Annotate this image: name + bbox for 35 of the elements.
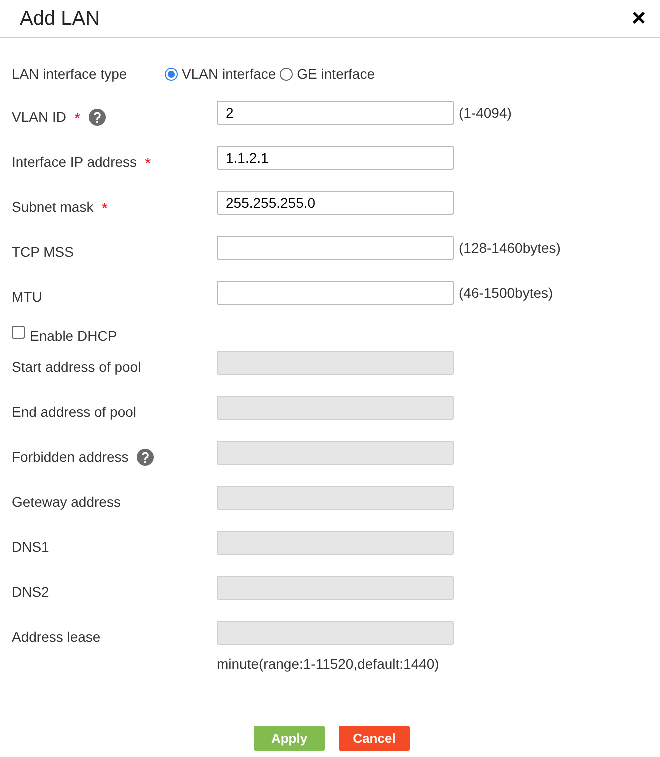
radio-button[interactable] [280,68,294,80]
field-label: VLAN ID [12,108,66,127]
checkbox[interactable] [12,326,25,339]
field-label: Interface IP address [12,153,138,172]
field-label: End address of pool [12,403,137,422]
field-label: LAN interface type [12,64,128,84]
required-mark: * [145,156,152,172]
range-hint: (1-4094) [459,104,512,123]
help-icon[interactable] [88,109,106,126]
lease-note: minute(range:1-11520,default:1440) [217,656,440,672]
close-button[interactable]: × [632,6,646,30]
radio-label: VLAN interface [182,64,276,84]
text-field[interactable]: 255.255.255.0 [217,191,454,215]
field-label: Geteway address [12,493,121,512]
required-mark: * [102,202,108,218]
field-label: Address lease [12,628,101,647]
field-label: Start address of pool [12,358,142,377]
range-hint: (46-1500bytes) [459,284,554,303]
field-label: Forbidden address [12,448,129,467]
radio-label: GE interface [297,64,375,84]
field-label: Subnet mask [12,198,94,217]
text-field[interactable]: 2 [217,101,454,125]
text-field[interactable] [217,281,454,305]
text-field[interactable]: 1.1.2.1 [217,146,454,170]
field-label: MTU [12,288,42,307]
field-label: TCP MSS [12,243,74,262]
range-hint: (128-1460bytes) [459,238,561,258]
dialog-title: Add LAN [20,6,100,32]
checkbox-label: Enable DHCP [30,327,118,346]
text-field[interactable] [217,236,454,260]
field-label: DNS2 [12,583,50,602]
cancel-button[interactable]: Cancel [339,726,410,751]
field-label: DNS1 [12,538,50,557]
radio-button[interactable] [165,68,178,80]
required-mark: * [74,112,81,128]
